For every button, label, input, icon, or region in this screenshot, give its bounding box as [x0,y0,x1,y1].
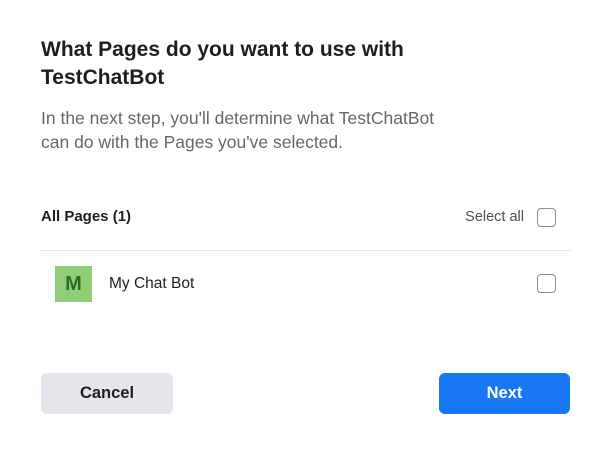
page-avatar: M [55,266,92,302]
select-all-checkbox[interactable] [537,207,556,227]
list-divider [41,250,571,251]
select-all-label: Select all [465,209,524,225]
all-pages-label: All Pages (1) [41,208,132,225]
select-all-toggle[interactable]: Select all [465,200,571,234]
subtitle-line-1: In the next step, you'll determine what … [41,108,435,128]
page-row-my-chat-bot[interactable]: M My Chat Bot [41,266,571,302]
dialog-title: What Pages do you want to use with TestC… [41,38,404,89]
dialog-subtitle: In the next step, you'll determine what … [41,106,493,154]
select-pages-dialog: What Pages do you want to use with TestC… [0,0,600,459]
subtitle-line-2: can do with the Pages you've selected. [41,132,344,152]
pages-list-header: All Pages (1) Select all [41,200,571,234]
page-checkbox[interactable] [537,274,556,293]
next-button[interactable]: Next [439,373,570,414]
page-name: My Chat Bot [109,275,195,292]
cancel-button[interactable]: Cancel [41,373,173,414]
